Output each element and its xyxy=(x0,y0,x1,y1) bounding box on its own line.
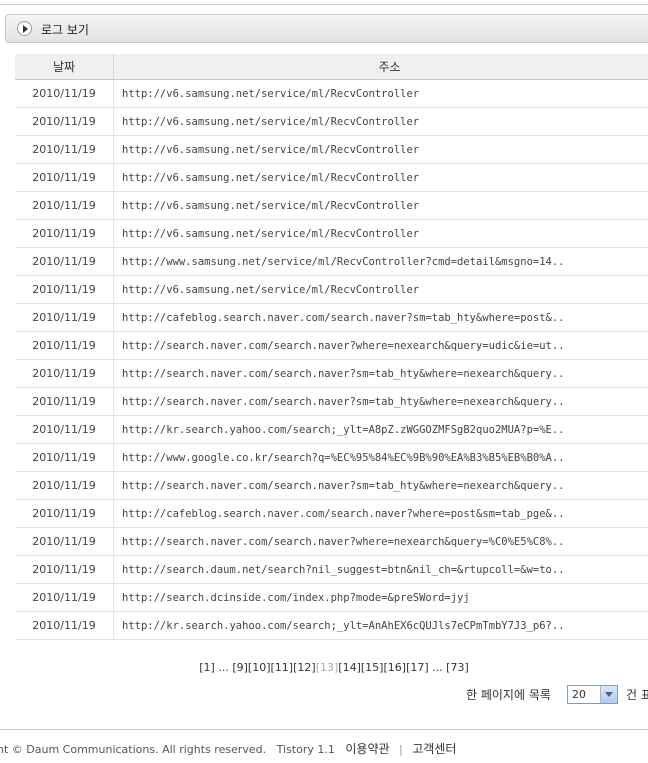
log-date: 2010/11/19 xyxy=(15,135,114,164)
log-date: 2010/11/19 xyxy=(15,331,114,360)
table-row: 2010/11/19 http://v6.samsung.net/service/… xyxy=(15,219,648,248)
log-date: 2010/11/19 xyxy=(15,303,114,332)
log-date: 2010/11/19 xyxy=(15,275,114,304)
page-link-first[interactable]: [1] xyxy=(199,661,215,674)
per-page-label: 한 페이지에 목록 xyxy=(466,688,551,702)
log-date: 2010/11/19 xyxy=(15,247,114,276)
log-table-body: 2010/11/19 http://v6.samsung.net/service/… xyxy=(15,79,648,640)
support-link[interactable]: 고객센터 xyxy=(412,742,456,756)
version-text: Tistory 1.1 xyxy=(276,743,335,756)
table-row: 2010/11/19 http://search.daum.net/search?… xyxy=(15,555,648,584)
log-url[interactable]: http://www.samsung.net/service/ml/RecvCo… xyxy=(113,247,648,276)
log-url[interactable]: http://search.naver.com/search.naver?whe… xyxy=(113,527,648,556)
log-date: 2010/11/19 xyxy=(15,387,114,416)
log-date: 2010/11/19 xyxy=(15,443,114,472)
pagination: [1] ... [9][10][11][12][13][14][15][16][… xyxy=(0,661,648,674)
page-link[interactable]: [15] xyxy=(361,661,384,674)
log-date: 2010/11/19 xyxy=(15,191,114,220)
table-row: 2010/11/19 http://v6.samsung.net/service/… xyxy=(15,79,648,108)
page-link[interactable]: [12] xyxy=(293,661,316,674)
page-link[interactable]: [11] xyxy=(271,661,294,674)
log-url[interactable]: http://v6.samsung.net/service/ml/RecvCon… xyxy=(113,191,648,220)
log-url[interactable]: http://v6.samsung.net/service/ml/RecvCon… xyxy=(113,163,648,192)
per-page-value: 20 xyxy=(572,688,586,701)
footer-divider xyxy=(0,729,648,730)
log-date: 2010/11/19 xyxy=(15,555,114,584)
table-row: 2010/11/19 http://www.samsung.net/service… xyxy=(15,247,648,276)
page-link[interactable]: [10] xyxy=(248,661,271,674)
table-row: 2010/11/19 http://v6.samsung.net/service/… xyxy=(15,107,648,136)
log-url[interactable]: http://search.naver.com/search.naver?sm=… xyxy=(113,387,648,416)
table-row: 2010/11/19 http://v6.samsung.net/service/… xyxy=(15,163,648,192)
terms-link[interactable]: 이용약관 xyxy=(345,742,389,756)
table-row: 2010/11/19 http://v6.samsung.net/service/… xyxy=(15,191,648,220)
table-row: 2010/11/19 http://search.naver.com/search… xyxy=(15,359,648,388)
copyright-text: nt © Daum Communications. All rights res… xyxy=(0,743,267,756)
log-url[interactable]: http://cafeblog.search.naver.com/search.… xyxy=(113,499,648,528)
log-date: 2010/11/19 xyxy=(15,219,114,248)
table-row: 2010/11/19 http://v6.samsung.net/service/… xyxy=(15,275,648,304)
page-link[interactable]: [16] xyxy=(383,661,406,674)
log-date: 2010/11/19 xyxy=(15,107,114,136)
per-page-control: 한 페이지에 목록 20 건 표 xyxy=(466,685,648,704)
pagination-ellipsis: ... xyxy=(432,661,443,674)
table-row: 2010/11/19 http://cafeblog.search.naver.c… xyxy=(15,303,648,332)
log-date: 2010/11/19 xyxy=(15,583,114,612)
table-row: 2010/11/19 http://search.naver.com/search… xyxy=(15,471,648,500)
page-link-list: [9][10][11][12][13][14][15][16][17] xyxy=(232,661,428,674)
panel-title: 로그 보기 xyxy=(41,23,89,37)
log-url[interactable]: http://search.naver.com/search.naver?whe… xyxy=(113,331,648,360)
page-link[interactable]: [17] xyxy=(406,661,429,674)
chevron-down-icon[interactable] xyxy=(600,686,617,703)
log-date: 2010/11/19 xyxy=(15,79,114,108)
table-row: 2010/11/19 http://search.naver.com/search… xyxy=(15,387,648,416)
pagination-ellipsis: ... xyxy=(218,661,229,674)
log-date: 2010/11/19 xyxy=(15,611,114,640)
log-url[interactable]: http://v6.samsung.net/service/ml/RecvCon… xyxy=(113,135,648,164)
log-url[interactable]: http://v6.samsung.net/service/ml/RecvCon… xyxy=(113,79,648,108)
log-table: 날짜 주소 2010/11/19 http://v6.samsung.net/se… xyxy=(15,54,648,640)
page-link-last[interactable]: [73] xyxy=(446,661,469,674)
log-date: 2010/11/19 xyxy=(15,163,114,192)
log-url[interactable]: http://v6.samsung.net/service/ml/RecvCon… xyxy=(113,275,648,304)
log-url[interactable]: http://www.google.co.kr/search?q=%EC%95%… xyxy=(113,443,648,472)
footer: nt © Daum Communications. All rights res… xyxy=(0,740,456,757)
table-row: 2010/11/19 http://kr.search.yahoo.com/sea… xyxy=(15,415,648,444)
log-url[interactable]: http://v6.samsung.net/service/ml/RecvCon… xyxy=(113,107,648,136)
log-date: 2010/11/19 xyxy=(15,359,114,388)
log-url[interactable]: http://search.naver.com/search.naver?sm=… xyxy=(113,471,648,500)
log-panel-header[interactable]: 로그 보기 xyxy=(5,14,648,43)
log-url[interactable]: http://search.daum.net/search?nil_sugges… xyxy=(113,555,648,584)
expand-arrow-icon[interactable] xyxy=(17,21,32,36)
per-page-suffix: 건 표 xyxy=(626,688,648,702)
column-header-url: 주소 xyxy=(113,54,648,80)
column-header-date: 날짜 xyxy=(15,54,114,80)
footer-separator: | xyxy=(399,743,403,756)
log-date: 2010/11/19 xyxy=(15,527,114,556)
table-row: 2010/11/19 http://search.dcinside.com/ind… xyxy=(15,583,648,612)
log-date: 2010/11/19 xyxy=(15,499,114,528)
per-page-select[interactable]: 20 xyxy=(567,685,618,704)
log-date: 2010/11/19 xyxy=(15,471,114,500)
table-header-row: 날짜 주소 xyxy=(15,54,648,80)
log-date: 2010/11/19 xyxy=(15,415,114,444)
page-link: [13] xyxy=(315,661,339,674)
log-url[interactable]: http://search.dcinside.com/index.php?mod… xyxy=(113,583,648,612)
log-url[interactable]: http://search.naver.com/search.naver?sm=… xyxy=(113,359,648,388)
log-url[interactable]: http://v6.samsung.net/service/ml/RecvCon… xyxy=(113,219,648,248)
table-row: 2010/11/19 http://www.google.co.kr/search… xyxy=(15,443,648,472)
table-row: 2010/11/19 http://search.naver.com/search… xyxy=(15,527,648,556)
table-row: 2010/11/19 http://search.naver.com/search… xyxy=(15,331,648,360)
page-link[interactable]: [14] xyxy=(338,661,361,674)
table-row: 2010/11/19 http://cafeblog.search.naver.c… xyxy=(15,499,648,528)
page-link[interactable]: [9] xyxy=(232,661,248,674)
table-row: 2010/11/19 http://v6.samsung.net/service/… xyxy=(15,135,648,164)
log-url[interactable]: http://kr.search.yahoo.com/search;_ylt=A… xyxy=(113,611,648,640)
top-divider xyxy=(0,4,648,5)
log-url[interactable]: http://kr.search.yahoo.com/search;_ylt=A… xyxy=(113,415,648,444)
table-row: 2010/11/19 http://kr.search.yahoo.com/sea… xyxy=(15,611,648,640)
log-url[interactable]: http://cafeblog.search.naver.com/search.… xyxy=(113,303,648,332)
